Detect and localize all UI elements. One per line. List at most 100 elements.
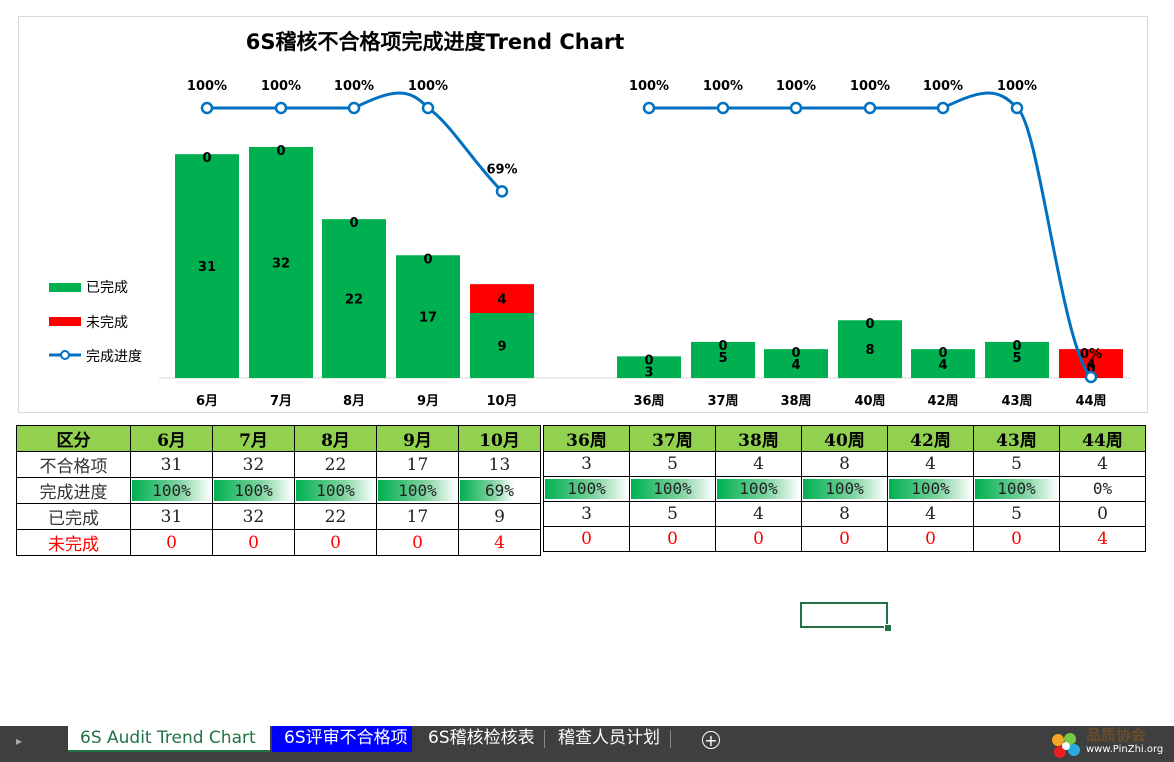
selected-cell[interactable] xyxy=(800,602,888,628)
table-cell[interactable]: 100% xyxy=(130,477,213,504)
table-header-cell[interactable]: 10月 xyxy=(458,425,541,452)
row-label-cell[interactable]: 未完成 xyxy=(16,529,131,556)
data-label-done: 17 xyxy=(419,311,437,326)
table-cell[interactable]: 5 xyxy=(629,451,716,477)
table-cell[interactable]: 17 xyxy=(376,451,459,478)
tab-audit-checklist[interactable]: 6S稽核检核表 xyxy=(416,726,542,752)
category-label: 38周 xyxy=(780,394,811,409)
table-row: 已完成 31 32 22 17 9 xyxy=(16,503,541,530)
category-label: 36周 xyxy=(633,394,664,409)
data-label-progress: 100% xyxy=(408,79,448,94)
table-cell[interactable]: 3 xyxy=(543,501,630,527)
table-cell[interactable]: 31 xyxy=(130,451,213,478)
progress-point xyxy=(789,101,803,115)
data-label-undone: 4 xyxy=(497,293,506,308)
table-cell[interactable]: 0 xyxy=(629,526,716,552)
progress-point xyxy=(1010,101,1024,115)
table-cell[interactable]: 22 xyxy=(294,503,377,530)
table-header-cell[interactable]: 6月 xyxy=(130,425,213,452)
table-header-cell[interactable]: 9月 xyxy=(376,425,459,452)
table-cell[interactable]: 0 xyxy=(973,526,1060,552)
table-cell[interactable]: 0 xyxy=(376,529,459,556)
table-cell[interactable]: 3 xyxy=(543,451,630,477)
table-cell[interactable]: 0% xyxy=(1059,476,1146,502)
table-cell[interactable]: 100% xyxy=(294,477,377,504)
category-label: 37周 xyxy=(707,394,738,409)
table-cell[interactable]: 5 xyxy=(973,451,1060,477)
table-cell[interactable]: 0 xyxy=(801,526,888,552)
data-label-done: 32 xyxy=(272,256,290,271)
table-cell[interactable]: 8 xyxy=(801,451,888,477)
table-header-cell[interactable]: 37周 xyxy=(629,425,716,452)
table-cell[interactable]: 100% xyxy=(973,476,1060,502)
table-header-cell[interactable]: 43周 xyxy=(973,425,1060,452)
table-row: 未完成 0 0 0 0 4 xyxy=(16,529,541,556)
table-cell[interactable]: 69% xyxy=(458,477,541,504)
table-cell[interactable]: 4 xyxy=(715,501,802,527)
table-cell[interactable]: 32 xyxy=(212,503,295,530)
progress-point xyxy=(421,101,435,115)
data-label-done: 9 xyxy=(497,340,506,355)
tab-review-nonconformities[interactable]: 6S评审不合格项 xyxy=(272,726,412,752)
table-cell[interactable]: 17 xyxy=(376,503,459,530)
row-label-cell[interactable]: 不合格项 xyxy=(16,451,131,478)
table-cell[interactable]: 0 xyxy=(294,529,377,556)
table-header-cell[interactable]: 36周 xyxy=(543,425,630,452)
table-header-cell[interactable]: 44周 xyxy=(1059,425,1146,452)
table-cell[interactable]: 0 xyxy=(715,526,802,552)
table-cell[interactable]: 22 xyxy=(294,451,377,478)
table-cell[interactable]: 100% xyxy=(376,477,459,504)
table-cell[interactable]: 0 xyxy=(887,526,974,552)
table-cell[interactable]: 0 xyxy=(1059,501,1146,527)
table-header-cell[interactable]: 7月 xyxy=(212,425,295,452)
table-header-cell[interactable]: 8月 xyxy=(294,425,377,452)
data-label-done: 31 xyxy=(198,260,216,275)
table-cell[interactable]: 4 xyxy=(715,451,802,477)
table-cell[interactable]: 100% xyxy=(801,476,888,502)
chart-area[interactable]: 6S稽核不合格项完成进度Trend Chart 31 0 6月 32 0 7月 22 0 8月 17… xyxy=(18,16,1148,413)
table-cell[interactable]: 4 xyxy=(1059,526,1146,552)
table-cell[interactable]: 31 xyxy=(130,503,213,530)
add-sheet-icon[interactable]: + xyxy=(702,731,720,749)
table-cell[interactable]: 9 xyxy=(458,503,541,530)
table-cell[interactable]: 0 xyxy=(212,529,295,556)
table-row: 3548450 xyxy=(543,501,1146,527)
tab-scroll-icon[interactable]: ▸ xyxy=(16,734,22,748)
data-label-progress: 0% xyxy=(1080,347,1102,362)
tab-audit-trend-chart[interactable]: 6S Audit Trend Chart xyxy=(68,726,270,752)
table-cell[interactable]: 100% xyxy=(543,476,630,502)
row-label-cell[interactable]: 已完成 xyxy=(16,503,131,530)
data-label-progress: 100% xyxy=(334,79,374,94)
fill-handle[interactable] xyxy=(884,624,892,632)
progress-point xyxy=(1084,370,1098,384)
legend-swatch-done xyxy=(49,283,81,292)
data-label-progress: 100% xyxy=(850,79,890,94)
tab-auditor-plan[interactable]: 稽查人员计划 xyxy=(546,726,670,752)
table-header-cell[interactable]: 42周 xyxy=(887,425,974,452)
table-cell[interactable]: 100% xyxy=(715,476,802,502)
row-label-cell[interactable]: 完成进度 xyxy=(16,477,131,504)
table-cell[interactable]: 4 xyxy=(887,501,974,527)
table-cell[interactable]: 5 xyxy=(973,501,1060,527)
table-cell[interactable]: 0 xyxy=(543,526,630,552)
table-cell[interactable]: 100% xyxy=(629,476,716,502)
table-cell[interactable]: 4 xyxy=(887,451,974,477)
table-cell[interactable]: 32 xyxy=(212,451,295,478)
table-cell[interactable]: 8 xyxy=(801,501,888,527)
table-cell[interactable]: 4 xyxy=(458,529,541,556)
table-header-cell[interactable]: 38周 xyxy=(715,425,802,452)
table-cell[interactable]: 0 xyxy=(130,529,213,556)
data-label-progress: 69% xyxy=(486,162,517,177)
table-header-cell[interactable]: 区分 xyxy=(16,425,131,452)
legend-marker-progress xyxy=(60,350,70,360)
table-cell[interactable]: 100% xyxy=(212,477,295,504)
table-cell[interactable]: 5 xyxy=(629,501,716,527)
progress-point xyxy=(495,185,509,198)
data-table-monthly: 区分 6月 7月 8月 9月 10月 不合格项 31 32 22 17 13 完成进度 100% 100% 1… xyxy=(16,425,541,556)
table-cell[interactable]: 4 xyxy=(1059,451,1146,477)
data-label-progress: 100% xyxy=(629,79,669,94)
data-label-progress: 100% xyxy=(997,79,1037,94)
table-cell[interactable]: 100% xyxy=(887,476,974,502)
table-header-cell[interactable]: 40周 xyxy=(801,425,888,452)
table-cell[interactable]: 13 xyxy=(458,451,541,478)
